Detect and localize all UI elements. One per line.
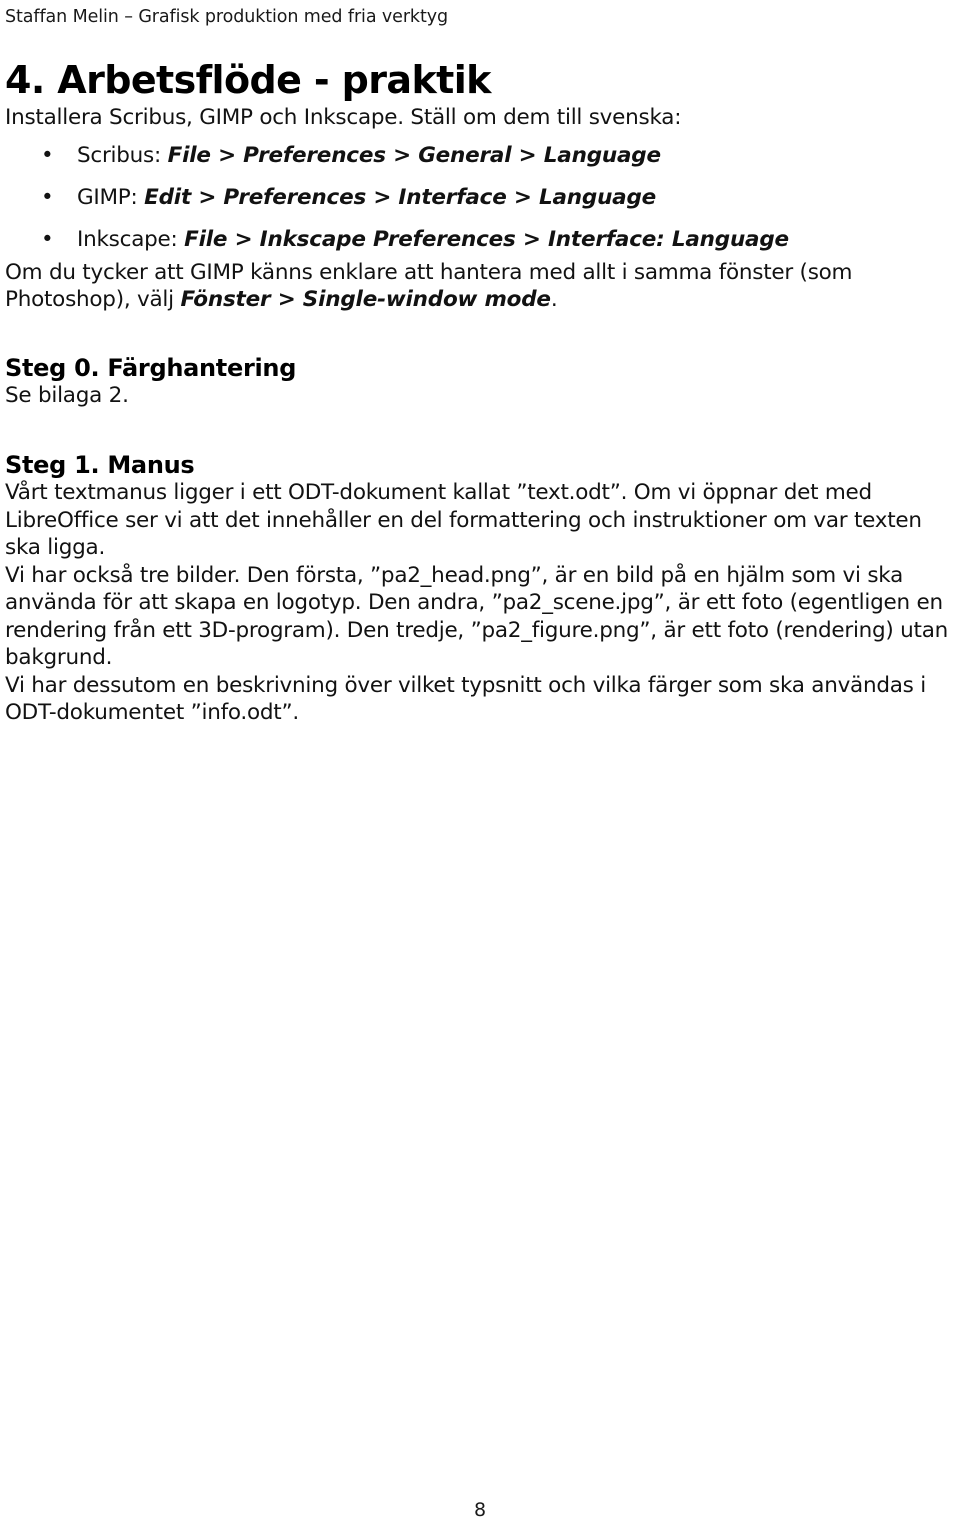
page-content: 4. Arbetsflöde - praktik Installera Scri… — [5, 58, 955, 727]
page-title: 4. Arbetsflöde - praktik — [5, 58, 491, 102]
lead-paragraph: Installera Scribus, GIMP och Inkscape. S… — [5, 105, 682, 130]
step-1-paragraph-2: Vi har också tre bilder. Den första, ”pa… — [5, 562, 949, 671]
list-item-menu-path: File > Inkscape Preferences > Interface:… — [184, 226, 789, 252]
page-number: 8 — [473, 1499, 487, 1521]
list-item: • Scribus: File > Preferences > General >… — [5, 142, 955, 169]
list-item-menu-path: Edit > Preferences > Interface > Languag… — [144, 184, 657, 210]
bullet-icon: • — [41, 142, 54, 168]
list-item-menu-path: File > Preferences > General > Language — [167, 142, 661, 168]
menu-path-list: • Scribus: File > Preferences > General >… — [5, 142, 955, 253]
list-item: • GIMP: Edit > Preferences > Interface > … — [5, 184, 955, 211]
step-1-paragraph-3: Vi har dessutom en beskrivning över vilk… — [5, 672, 926, 726]
step-1-section: Steg 1. Manus Vårt textmanus ligger i et… — [5, 451, 955, 727]
single-window-text-after: . — [550, 287, 558, 312]
step-1-heading: Steg 1. Manus — [5, 451, 195, 479]
bullet-icon: • — [41, 184, 54, 210]
bullet-icon: • — [41, 226, 54, 252]
list-item: • Inkscape: File > Inkscape Preferences >… — [5, 226, 955, 253]
step-0-section: Steg 0. Färghantering Se bilaga 2. — [5, 354, 955, 410]
step-0-heading: Steg 0. Färghantering — [5, 353, 297, 382]
running-header: Staffan Melin – Grafisk produktion med f… — [5, 7, 448, 27]
step-0-body: Se bilaga 2. — [5, 382, 129, 408]
list-item-app-label: Scribus: — [77, 142, 168, 168]
single-window-paragraph: Om du tycker att GIMP känns enklare att … — [5, 259, 955, 314]
single-window-menu-path: Fönster > Single-window mode — [180, 287, 551, 312]
step-1-paragraph-1: Vårt textmanus ligger i ett ODT-dokument… — [5, 480, 922, 560]
list-item-app-label: GIMP: — [77, 184, 145, 210]
document-page: Staffan Melin – Grafisk produktion med f… — [0, 0, 960, 1531]
list-item-app-label: Inkscape: — [77, 226, 185, 252]
